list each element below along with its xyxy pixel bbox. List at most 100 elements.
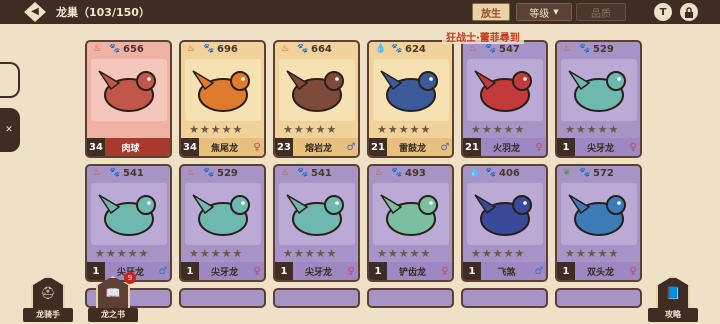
power-value: 656 (123, 44, 144, 55)
dragon-card[interactable]: 💧 🐾 624 ★★★★★ 21 雷鼓龙 ♂ (367, 40, 454, 158)
fire-element-icon: ♨ (93, 44, 102, 54)
dragon-book-label: 龙之书 (88, 308, 138, 322)
grade-dropdown[interactable]: 等级 ▼ (516, 3, 572, 21)
card-footer: 34 肉球 (87, 138, 170, 156)
quality-dropdown[interactable]: 品质 (576, 3, 626, 21)
power-value: 529 (217, 168, 238, 179)
dragon-image (561, 183, 637, 245)
page-title: 龙巢（103/150） (56, 6, 150, 19)
dragon-card[interactable]: ♨ 🐾 656 34 肉球 (85, 40, 172, 158)
dragon-name: 熔岩龙 (304, 143, 332, 154)
dragon-name: 焦尾龙 (210, 143, 238, 154)
dragon-image (561, 59, 637, 121)
side-tab-top[interactable] (0, 62, 20, 98)
female-icon: ♀ (347, 265, 355, 277)
fire-element-icon: ♨ (187, 44, 196, 54)
dragon-image (279, 183, 355, 245)
fire-element-icon: ♨ (93, 168, 102, 178)
power-value: 664 (311, 44, 332, 55)
dragon-card-partial[interactable] (461, 288, 548, 308)
notification-badge: 9 (124, 272, 136, 284)
dragon-card-partial[interactable] (273, 288, 360, 308)
star-rating: ★★★★★ (471, 123, 526, 136)
male-icon: ♂ (346, 141, 356, 153)
dragon-name: 铲齿龙 (398, 267, 426, 278)
power-value: 547 (499, 44, 520, 55)
level-badge: 23 (275, 138, 293, 156)
card-footer: 23 熔岩龙 ♂ (275, 138, 358, 156)
female-icon: ♀ (629, 141, 637, 153)
lock-icon[interactable] (680, 3, 698, 21)
paw-icon: 🐾 (297, 44, 309, 54)
tooltip: 狂战士·蕾菲尋到 (442, 29, 524, 44)
level-badge: 1 (275, 262, 293, 280)
card-footer: 1 双头龙 ♀ (557, 262, 640, 280)
dragon-name: 尖牙龙 (304, 267, 332, 278)
dragon-card[interactable]: ♨🐾541★★★★★1尖牙龙♂ (85, 164, 172, 282)
guide-button[interactable]: 📘 攻略 (648, 276, 698, 322)
chevron-down-icon: ▼ (553, 8, 559, 16)
paw-icon: 🐾 (391, 44, 403, 54)
card-footer: 1 飞煞 ♂ (463, 262, 546, 280)
fire-element-icon: ♨ (281, 44, 290, 54)
power-value: 406 (499, 168, 520, 179)
dragon-card-partial[interactable] (367, 288, 454, 308)
dragon-card[interactable]: ♨ 🐾 696 ★★★★★ 34 焦尾龙 ♀ (179, 40, 266, 158)
guide-book-icon: 📘 (656, 276, 690, 310)
dragon-image (279, 59, 355, 121)
paw-icon: 🐾 (203, 168, 215, 178)
rider-label: 龙骑手 (23, 308, 73, 322)
dragon-name: 尖牙龙 (210, 267, 238, 278)
top-bar: ◀ 龙巢（103/150） 放生 等级 ▼ 品质 T (0, 0, 720, 24)
dragon-card[interactable]: ♨ 🐾 529 ★★★★★ 1 尖牙龙 ♀ (179, 164, 266, 282)
star-rating: ★★★★★ (471, 247, 526, 260)
level-badge: 21 (463, 138, 481, 156)
dragon-card[interactable]: ♨ 🐾 493 ★★★★★ 1 铲齿龙 ♀ (367, 164, 454, 282)
dragon-image (467, 59, 543, 121)
paw-icon: 🐾 (109, 44, 121, 54)
level-badge: 21 (369, 138, 387, 156)
dragon-card[interactable]: ♨ 🐾 529 ★★★★★ 1 尖牙龙 ♀ (555, 40, 642, 158)
dragon-card[interactable]: 💧 🐾 406 ★★★★★ 1 飞煞 ♂ (461, 164, 548, 282)
paw-icon: 🐾 (579, 44, 591, 54)
paw-icon: 🐾 (485, 44, 497, 54)
fire-element-icon: ♨ (469, 44, 478, 54)
dragon-card[interactable]: ♨ 🐾 541 ★★★★★ 1 尖牙龙 ♀ (273, 164, 360, 282)
level-badge: 1 (181, 262, 199, 280)
paw-icon: 🐾 (203, 44, 215, 54)
star-rating: ★★★★★ (189, 247, 244, 260)
paw-icon: 🐾 (485, 168, 497, 178)
star-rating: ★★★★★ (95, 247, 150, 260)
release-button[interactable]: 放生 (472, 3, 510, 21)
dragon-image (185, 59, 261, 121)
dragon-card[interactable]: ❦ 🐾 572 ★★★★★ 1 双头龙 ♀ (555, 164, 642, 282)
dragon-image (91, 59, 167, 121)
power-value: 696 (217, 44, 238, 55)
dragon-card-partial[interactable] (555, 288, 642, 308)
card-footer: 21 雷鼓龙 ♂ (369, 138, 452, 156)
water-element-icon: 💧 (469, 168, 481, 178)
power-value: 572 (593, 168, 614, 179)
paw-icon: 🐾 (391, 168, 403, 178)
level-badge: 1 (369, 262, 387, 280)
rider-button[interactable]: ⛑ 龙骑手 (23, 276, 73, 322)
card-footer: 1 尖牙龙 ♀ (275, 262, 358, 280)
water-element-icon: 💧 (375, 44, 387, 54)
side-tab-mid[interactable]: ✕ (0, 108, 20, 152)
level-badge: 1 (463, 262, 481, 280)
power-value: 541 (123, 168, 144, 179)
dragon-image (373, 59, 449, 121)
level-badge: 34 (87, 138, 105, 156)
dragon-card[interactable]: ♨ 🐾 547 ★★★★★ 21 火羽龙 ♀ (461, 40, 548, 158)
helmet-icon: ⛑ (31, 276, 65, 310)
card-footer: 34 焦尾龙 ♀ (181, 138, 264, 156)
t-icon[interactable]: T (654, 3, 672, 21)
back-button[interactable]: ◀ (24, 2, 46, 22)
female-icon: ♀ (535, 141, 543, 153)
dragon-name: 飞煞 (497, 267, 516, 278)
star-rating: ★★★★★ (283, 123, 338, 136)
dragon-card[interactable]: ♨ 🐾 664 ★★★★★ 23 熔岩龙 ♂ (273, 40, 360, 158)
paw-icon: 🐾 (297, 168, 309, 178)
dragon-card-partial[interactable] (179, 288, 266, 308)
star-rating: ★★★★★ (189, 123, 244, 136)
